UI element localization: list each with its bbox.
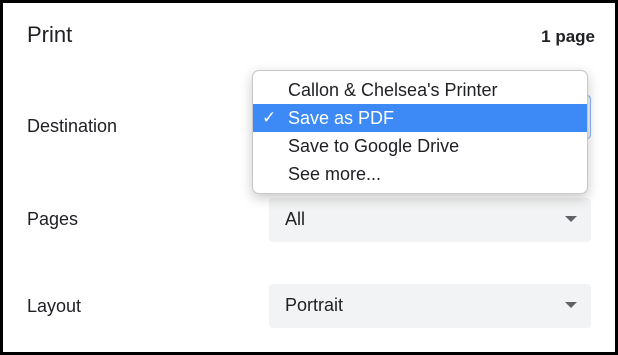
destination-label: Destination (27, 116, 118, 136)
pages-select[interactable]: All (269, 198, 591, 242)
menu-item-save-as-pdf[interactable]: ✓ Save as PDF (253, 104, 587, 132)
menu-item-see-more[interactable]: See more... (253, 160, 587, 188)
checkmark-icon: ✓ (262, 108, 277, 127)
menu-item-label: Save as PDF (288, 108, 395, 128)
menu-item-save-to-google-drive[interactable]: Save to Google Drive (253, 132, 587, 160)
pages-label: Pages (27, 209, 79, 229)
print-dialog: Print 1 page Destination Pages All Layou… (0, 0, 618, 355)
dialog-title: Print (27, 22, 73, 47)
pages-select-value: All (285, 209, 306, 229)
chevron-down-icon (565, 216, 577, 222)
menu-item-label: Save to Google Drive (288, 136, 460, 156)
menu-item-label: Callon & Chelsea's Printer (288, 80, 498, 100)
page-count: 1 page (541, 27, 595, 46)
menu-item-label: See more... (288, 164, 382, 184)
menu-item-callon-chelseas-printer[interactable]: Callon & Chelsea's Printer (253, 76, 587, 104)
layout-select-value: Portrait (285, 295, 344, 315)
layout-label: Layout (27, 296, 82, 316)
chevron-down-icon (565, 302, 577, 308)
layout-select[interactable]: Portrait (269, 284, 591, 328)
destination-dropdown-menu: Callon & Chelsea's Printer ✓ Save as PDF… (252, 70, 588, 194)
